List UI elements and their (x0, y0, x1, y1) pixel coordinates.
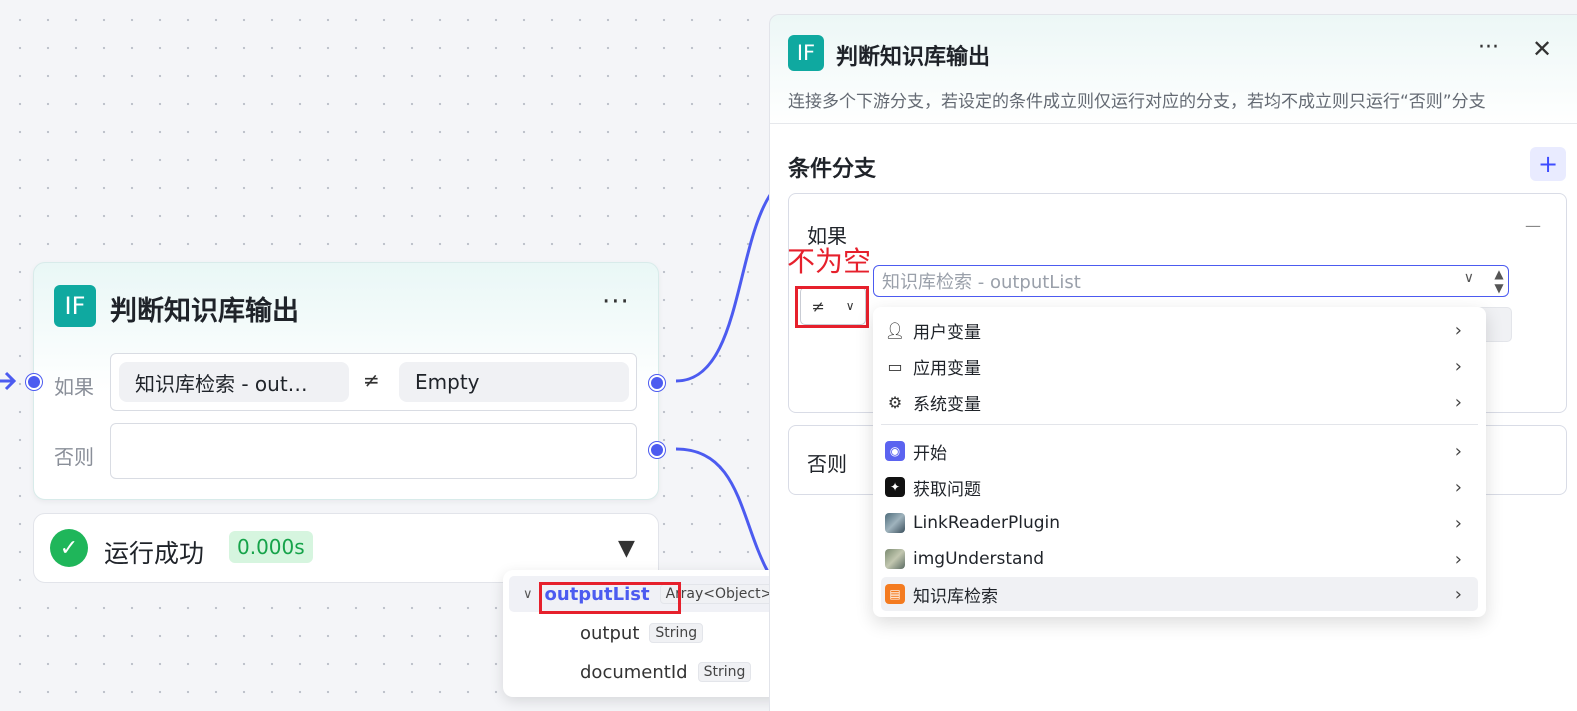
variable-dropdown-menu: 👤︎ 用户变量 › ▭ 应用变量 › ⚙ 系统变量 › ◉ 开始 › ✦ 获取问… (873, 307, 1486, 617)
run-time-badge: 0.000s (229, 531, 313, 563)
chevron-right-icon: › (1454, 391, 1462, 413)
add-branch-button[interactable]: + (1530, 147, 1566, 181)
menu-item-app-vars[interactable]: ▭ 应用变量 › (881, 349, 1478, 383)
tree-item-name: documentId (580, 661, 688, 683)
menu-item-label: 应用变量 (913, 358, 981, 379)
chevron-right-icon: › (1454, 583, 1462, 605)
close-icon[interactable]: ✕ (1532, 35, 1552, 63)
menu-item-start[interactable]: ◉ 开始 › (881, 434, 1478, 468)
start-node-icon: ◉ (885, 441, 905, 461)
chevron-right-icon: › (1454, 319, 1462, 341)
edge-if-branch (675, 194, 772, 383)
variable-select-placeholder: 知识库检索 - outputList (882, 272, 1081, 293)
input-port[interactable] (26, 374, 42, 390)
highlight-box-operator (795, 286, 869, 328)
panel-description: 连接多个下游分支，若设定的条件成立则仅运行对应的分支，若均不成立则只运行“否则”… (788, 92, 1486, 112)
annotation-not-empty: 不为空 (787, 245, 872, 278)
menu-item-knowledge-search[interactable]: ▤ 知识库检索 › (881, 577, 1478, 611)
menu-item-linkreaderplugin[interactable]: LinkReaderPlugin › (881, 506, 1478, 540)
plugin-image-icon (885, 513, 905, 533)
chevron-right-icon: › (1454, 476, 1462, 498)
divider (770, 123, 1577, 124)
menu-item-user-vars[interactable]: 👤︎ 用户变量 › (881, 313, 1478, 347)
panel-title: 判断知识库输出 (836, 45, 991, 70)
chevron-down-icon[interactable]: ∨ (523, 587, 533, 602)
menu-item-label: 知识库检索 (913, 586, 998, 607)
if-label: 如果 (54, 375, 94, 399)
more-options-icon[interactable]: ··· (602, 287, 630, 317)
question-node-icon: ✦ (885, 477, 905, 497)
menu-item-label: 用户变量 (913, 322, 981, 343)
run-status-text: 运行成功 (104, 539, 205, 568)
gear-icon: ⚙ (887, 392, 903, 412)
tree-item-name: output (580, 622, 640, 644)
else-branch-label: 否则 (807, 452, 847, 476)
user-icon: 👤︎ (884, 320, 906, 340)
node-title: 判断知识库输出 (110, 296, 299, 327)
chevron-down-icon[interactable]: ∨ (1464, 270, 1474, 286)
stepper-control[interactable]: ▲ ▼ (1488, 265, 1510, 297)
chevron-down-icon[interactable]: ▼ (618, 536, 635, 561)
type-badge: String (697, 662, 752, 682)
variable-select-input[interactable]: 知识库检索 - outputList ∨ (873, 265, 1509, 297)
type-badge: String (649, 623, 704, 643)
else-label: 否则 (54, 445, 94, 469)
menu-item-system-vars[interactable]: ⚙ 系统变量 › (881, 385, 1478, 419)
edge-else-branch (675, 447, 770, 573)
plugin-image-icon (885, 549, 905, 569)
condition-node[interactable]: IF 判断知识库输出 ··· 如果 知识库检索 - out… ≠ Empty 否… (33, 262, 659, 500)
if-node-icon: IF (788, 35, 824, 71)
menu-item-label: LinkReaderPlugin (913, 513, 1061, 533)
menu-item-get-question[interactable]: ✦ 获取问题 › (881, 470, 1478, 504)
chevron-right-icon: › (1454, 355, 1462, 377)
condition-value-chip[interactable]: Empty (399, 362, 629, 402)
highlight-box-outputList (539, 582, 681, 614)
more-options-icon[interactable]: ··· (1478, 35, 1499, 60)
chevron-right-icon: › (1454, 548, 1462, 570)
not-equal-operator-icon: ≠ (363, 368, 380, 392)
chevron-right-icon: › (1454, 512, 1462, 534)
menu-item-label: 开始 (913, 443, 947, 464)
menu-item-imgunderstand[interactable]: imgUnderstand › (881, 542, 1478, 576)
section-title: 条件分支 (788, 157, 877, 182)
condition-row[interactable]: 知识库检索 - out… ≠ Empty (110, 353, 637, 411)
menu-divider (881, 424, 1478, 425)
stepper-down-icon[interactable]: ▼ (1494, 281, 1503, 295)
knowledge-search-icon: ▤ (885, 584, 905, 604)
menu-item-label: imgUnderstand (913, 549, 1045, 569)
menu-item-label: 系统变量 (913, 394, 981, 415)
folder-icon: ▭ (887, 356, 903, 376)
success-check-icon: ✓ (50, 529, 88, 567)
menu-item-label: 获取问题 (913, 479, 981, 500)
stepper-up-icon[interactable]: ▲ (1494, 267, 1503, 281)
chevron-right-icon: › (1454, 440, 1462, 462)
condition-variable-chip[interactable]: 知识库检索 - out… (119, 362, 349, 402)
else-row[interactable] (110, 423, 637, 479)
remove-branch-icon[interactable]: — (1525, 216, 1541, 235)
edge-input-arrow (0, 371, 17, 391)
else-output-port[interactable] (649, 442, 665, 458)
if-node-icon: IF (54, 285, 96, 327)
if-output-port[interactable] (649, 375, 665, 391)
